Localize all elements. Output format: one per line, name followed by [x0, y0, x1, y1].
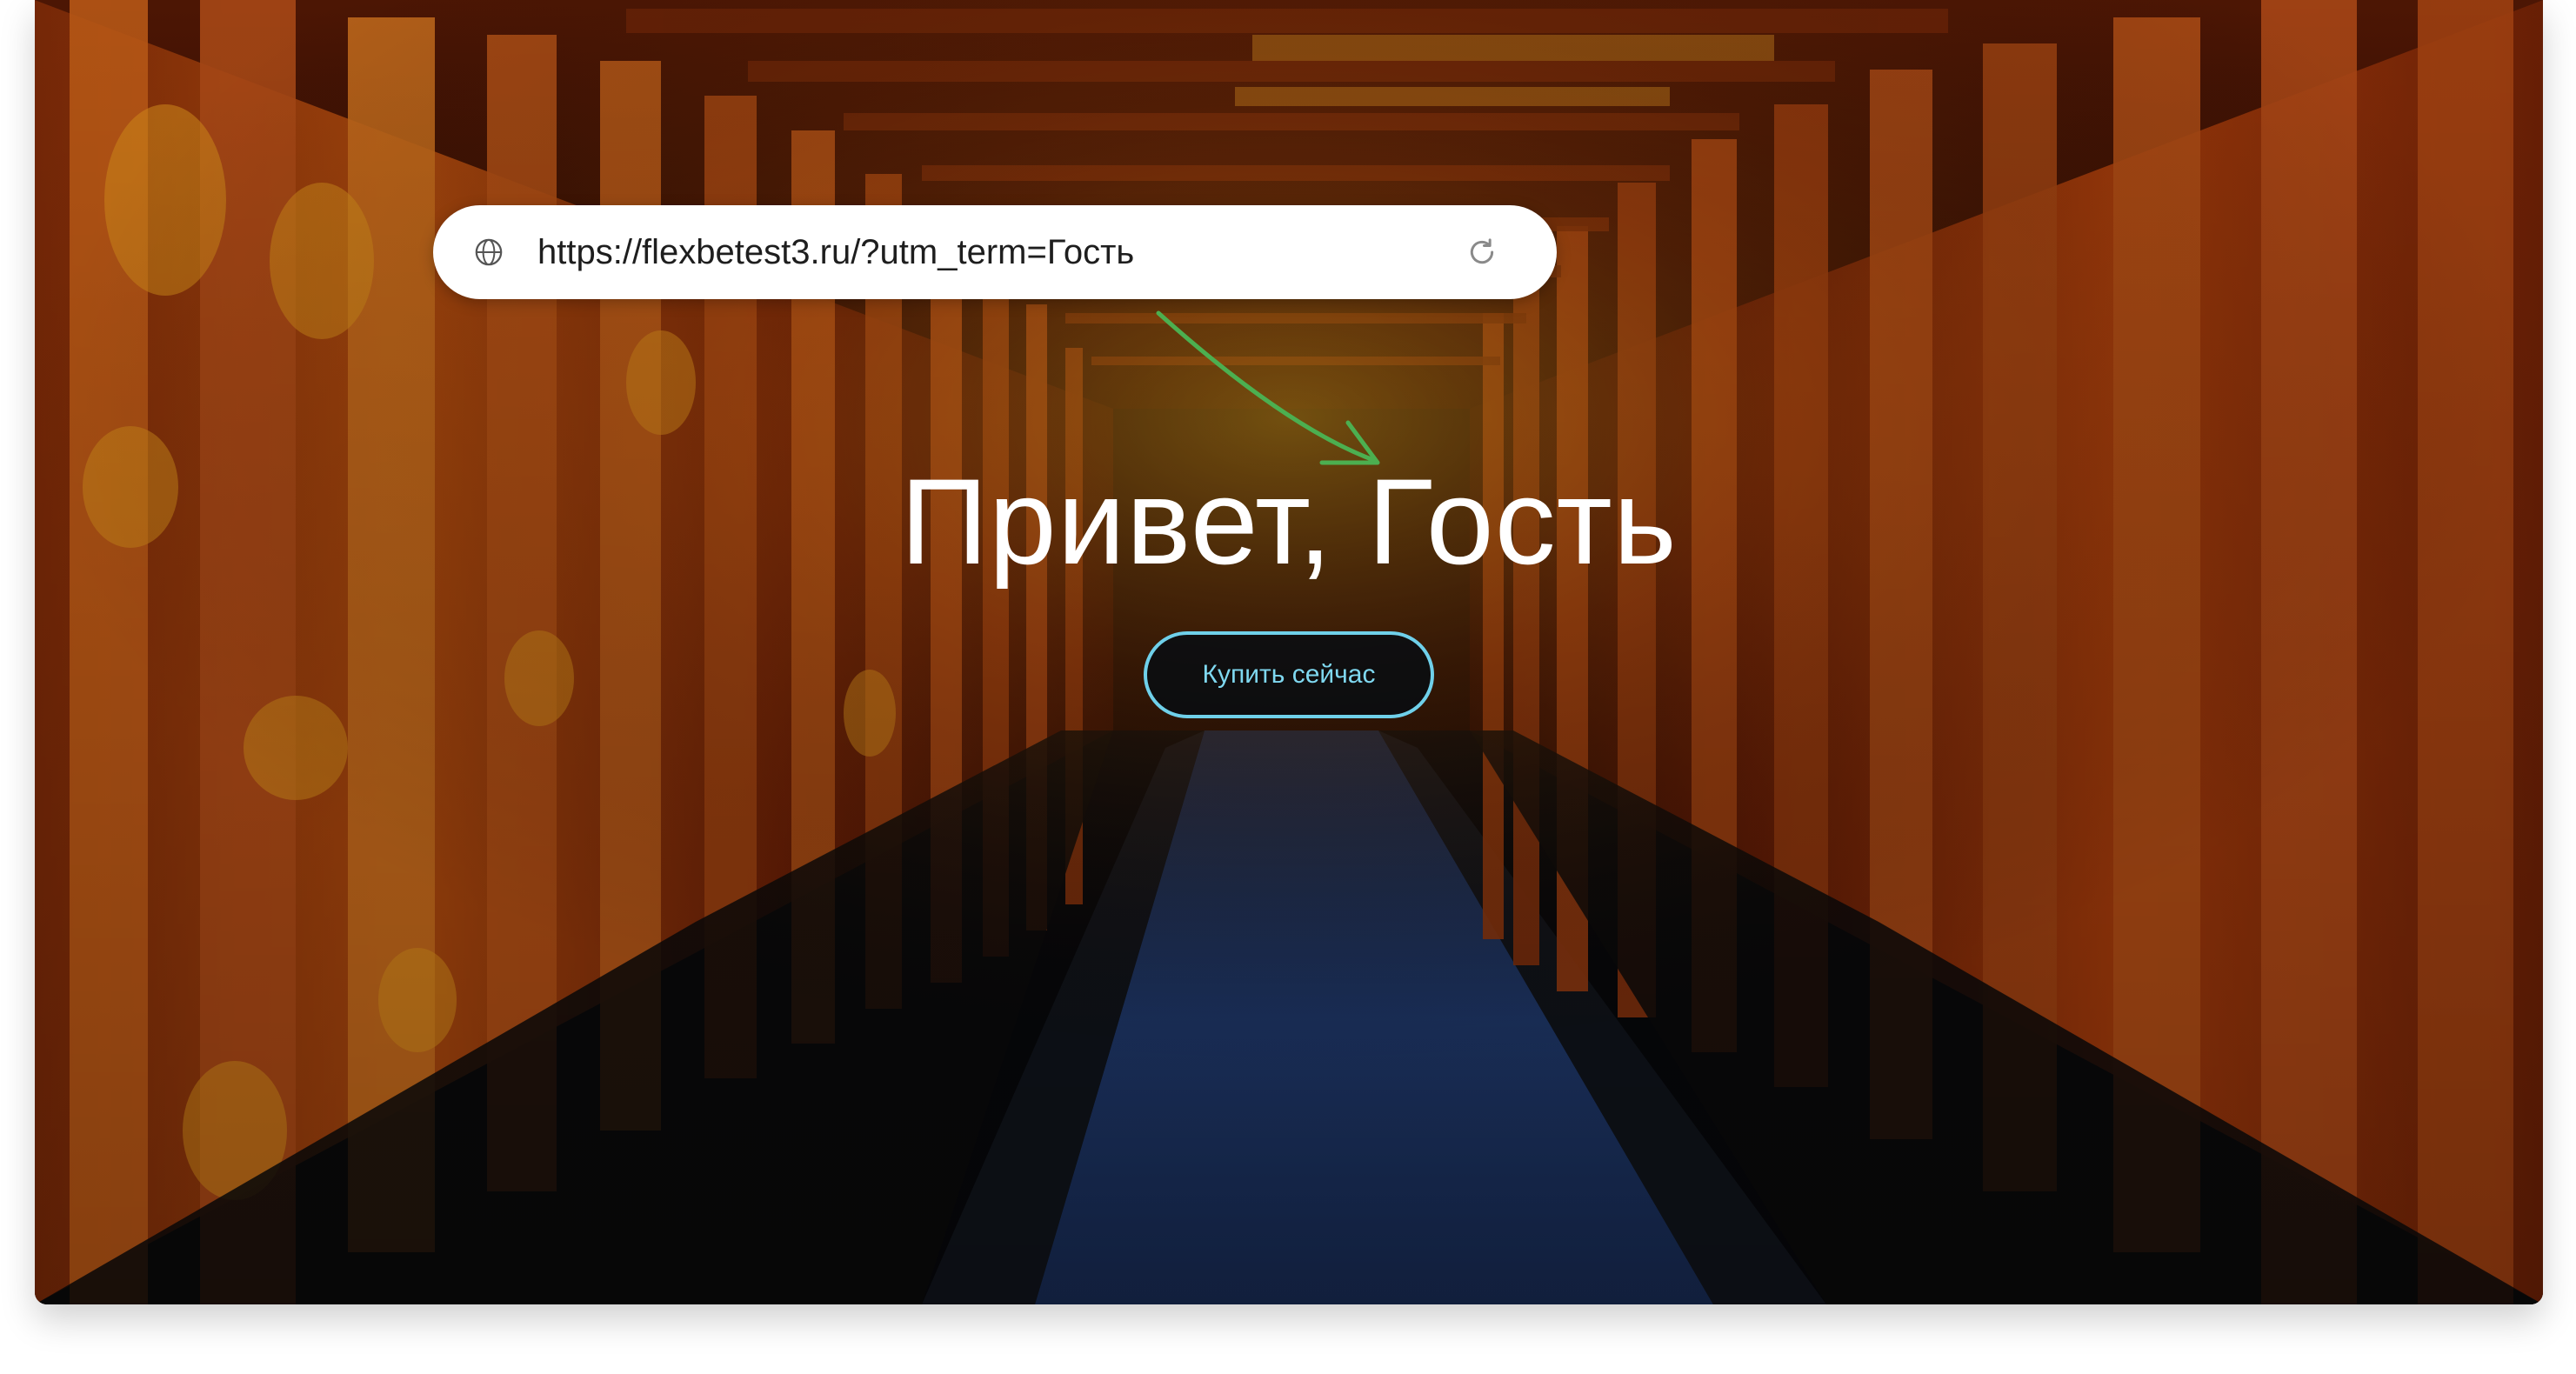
globe-icon [475, 238, 503, 266]
address-bar[interactable]: https://flexbetest3.ru/?utm_term=Гость [433, 205, 1557, 299]
browser-viewport: https://flexbetest3.ru/?utm_term=Гость П… [35, 0, 2543, 1304]
hero-headline: Привет, Гость [900, 453, 1678, 590]
reload-icon[interactable] [1465, 235, 1499, 270]
url-text[interactable]: https://flexbetest3.ru/?utm_term=Гость [537, 205, 1134, 299]
buy-now-button[interactable]: Купить сейчас [1144, 631, 1434, 718]
